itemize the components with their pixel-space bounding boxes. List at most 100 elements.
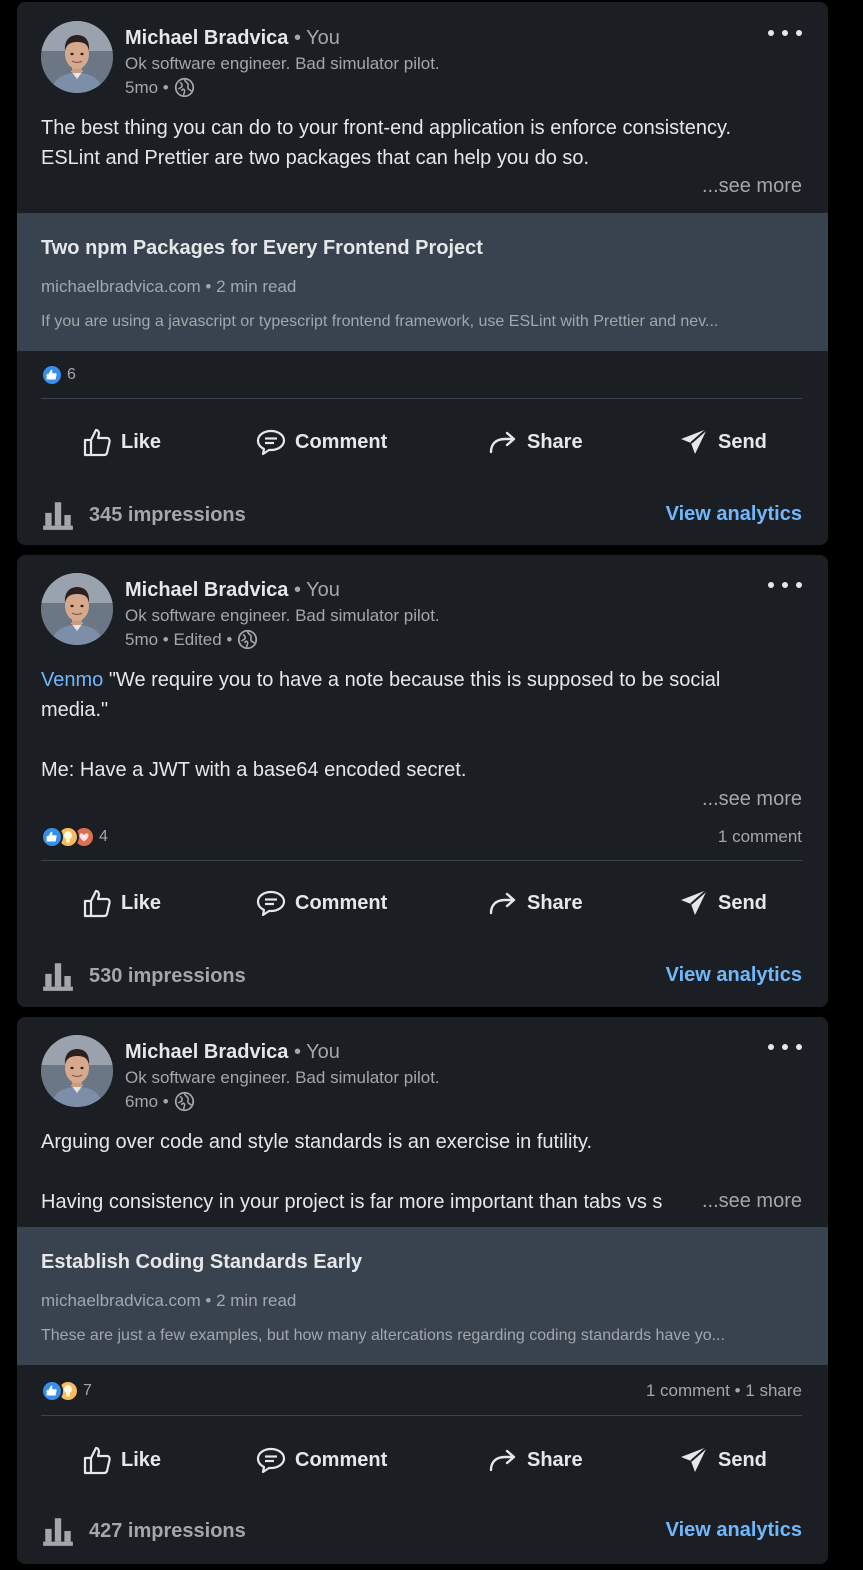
comment-label: Comment xyxy=(295,891,388,914)
mention-link[interactable]: Venmo xyxy=(41,669,103,691)
author-name[interactable]: Michael Bradvica • You xyxy=(125,27,340,50)
author-name-text[interactable]: Michael Bradvica xyxy=(125,27,288,49)
post-body: The best thing you can do to your front-… xyxy=(41,113,806,173)
send-button[interactable]: Send xyxy=(678,417,767,467)
post-body-text: "We require you to have a note because t… xyxy=(103,669,721,691)
like-icon xyxy=(81,1444,113,1476)
author-name[interactable]: Michael Bradvica • You xyxy=(125,1041,340,1064)
you-badge: • You xyxy=(293,27,340,49)
action-bar: Like Comment Share Send xyxy=(41,878,802,928)
post-meta: 5mo • Edited • xyxy=(125,629,258,650)
avatar[interactable] xyxy=(41,573,113,645)
post-time: 6mo • xyxy=(125,1091,169,1111)
post-body: Arguing over code and style standards is… xyxy=(41,1127,806,1217)
like-icon xyxy=(81,426,113,458)
link-preview[interactable]: Establish Coding Standards Early michael… xyxy=(17,1227,828,1365)
link-preview[interactable]: Two npm Packages for Every Frontend Proj… xyxy=(17,213,828,351)
post-body-line: Arguing over code and style standards is… xyxy=(41,1131,593,1153)
comment-button[interactable]: Comment xyxy=(255,417,387,467)
view-analytics-link[interactable]: View analytics xyxy=(666,1519,802,1542)
see-more-button[interactable]: ...see more xyxy=(693,175,802,198)
link-title[interactable]: Establish Coding Standards Early xyxy=(41,1251,362,1274)
view-analytics-link[interactable]: View analytics xyxy=(666,503,802,526)
post-time: 5mo • Edited • xyxy=(125,629,233,649)
you-badge: • You xyxy=(293,1041,340,1063)
see-more-button[interactable]: ...see more xyxy=(693,1190,802,1213)
impressions-link[interactable]: 427 impressions xyxy=(41,1514,246,1548)
divider xyxy=(41,1415,802,1416)
action-bar: Like Comment Share Send xyxy=(41,1435,802,1485)
share-button[interactable]: Share xyxy=(487,417,583,467)
more-options-icon[interactable] xyxy=(768,579,802,591)
link-title[interactable]: Two npm Packages for Every Frontend Proj… xyxy=(41,237,483,260)
author-headline: Ok software engineer. Bad simulator pilo… xyxy=(125,1068,440,1087)
comment-button[interactable]: Comment xyxy=(255,878,387,928)
impressions-count: 530 impressions xyxy=(89,964,246,987)
divider xyxy=(41,398,802,399)
comment-icon xyxy=(255,1444,287,1476)
post-body-line: media." xyxy=(41,699,109,721)
analytics-bars-icon xyxy=(41,1514,75,1548)
post-meta: 5mo • xyxy=(125,77,195,98)
author-name-text[interactable]: Michael Bradvica xyxy=(125,1041,288,1063)
see-more-button[interactable]: ...see more xyxy=(693,788,802,811)
impressions-link[interactable]: 530 impressions xyxy=(41,959,246,993)
comment-count-link[interactable]: 1 comment xyxy=(718,827,802,847)
share-button[interactable]: Share xyxy=(487,1435,583,1485)
comment-label: Comment xyxy=(295,1448,388,1471)
like-icon xyxy=(41,364,63,386)
send-button[interactable]: Send xyxy=(678,878,767,928)
post-card: Michael Bradvica • You Ok software engin… xyxy=(17,555,828,1007)
author-name[interactable]: Michael Bradvica • You xyxy=(125,579,340,602)
reactions-summary[interactable]: 7 xyxy=(41,1379,92,1403)
impressions-link[interactable]: 345 impressions xyxy=(41,498,246,532)
post-body: Venmo "We require you to have a note bec… xyxy=(41,665,806,785)
share-icon xyxy=(487,887,519,919)
reactions-summary[interactable]: 4 xyxy=(41,825,108,849)
like-icon xyxy=(41,1380,63,1402)
comment-label: Comment xyxy=(295,430,388,453)
send-icon xyxy=(678,426,710,458)
post-body-line: Having consistency in your project is fa… xyxy=(41,1191,663,1213)
globe-icon xyxy=(174,77,195,98)
like-label: Like xyxy=(121,430,162,453)
comment-icon xyxy=(255,887,287,919)
more-options-icon[interactable] xyxy=(768,1041,802,1053)
post-time: 5mo • xyxy=(125,77,169,97)
analytics-bars-icon xyxy=(41,959,75,993)
comment-share-count-link[interactable]: 1 comment • 1 share xyxy=(646,1381,802,1401)
send-icon xyxy=(678,887,710,919)
more-options-icon[interactable] xyxy=(768,27,802,39)
globe-icon xyxy=(174,1091,195,1112)
author-headline: Ok software engineer. Bad simulator pilo… xyxy=(125,54,440,73)
like-label: Like xyxy=(121,891,162,914)
like-icon xyxy=(81,887,113,919)
post-card: Michael Bradvica • You Ok software engin… xyxy=(17,1017,828,1564)
like-button[interactable]: Like xyxy=(81,1435,161,1485)
comment-button[interactable]: Comment xyxy=(255,1435,387,1485)
link-source: michaelbradvica.com • 2 min read xyxy=(41,277,297,296)
like-button[interactable]: Like xyxy=(81,878,161,928)
avatar[interactable] xyxy=(41,1035,113,1107)
avatar[interactable] xyxy=(41,21,113,93)
author-name-text[interactable]: Michael Bradvica xyxy=(125,579,288,601)
view-analytics-link[interactable]: View analytics xyxy=(666,964,802,987)
share-icon xyxy=(487,426,519,458)
share-label: Share xyxy=(527,891,583,914)
post-body-line: ESLint and Prettier are two packages tha… xyxy=(41,147,590,169)
globe-icon xyxy=(237,629,258,650)
reactions-summary[interactable]: 6 xyxy=(41,363,76,387)
post-card: Michael Bradvica • You Ok software engin… xyxy=(17,2,828,545)
link-source: michaelbradvica.com • 2 min read xyxy=(41,1291,297,1310)
share-label: Share xyxy=(527,430,583,453)
like-button[interactable]: Like xyxy=(81,417,161,467)
send-icon xyxy=(678,1444,710,1476)
share-label: Share xyxy=(527,1448,583,1471)
impressions-count: 427 impressions xyxy=(89,1519,246,1542)
post-meta: 6mo • xyxy=(125,1091,195,1112)
post-body-line: The best thing you can do to your front-… xyxy=(41,117,732,139)
send-button[interactable]: Send xyxy=(678,1435,767,1485)
link-description: These are just a few examples, but how m… xyxy=(41,1327,725,1344)
share-button[interactable]: Share xyxy=(487,878,583,928)
author-headline: Ok software engineer. Bad simulator pilo… xyxy=(125,606,440,625)
